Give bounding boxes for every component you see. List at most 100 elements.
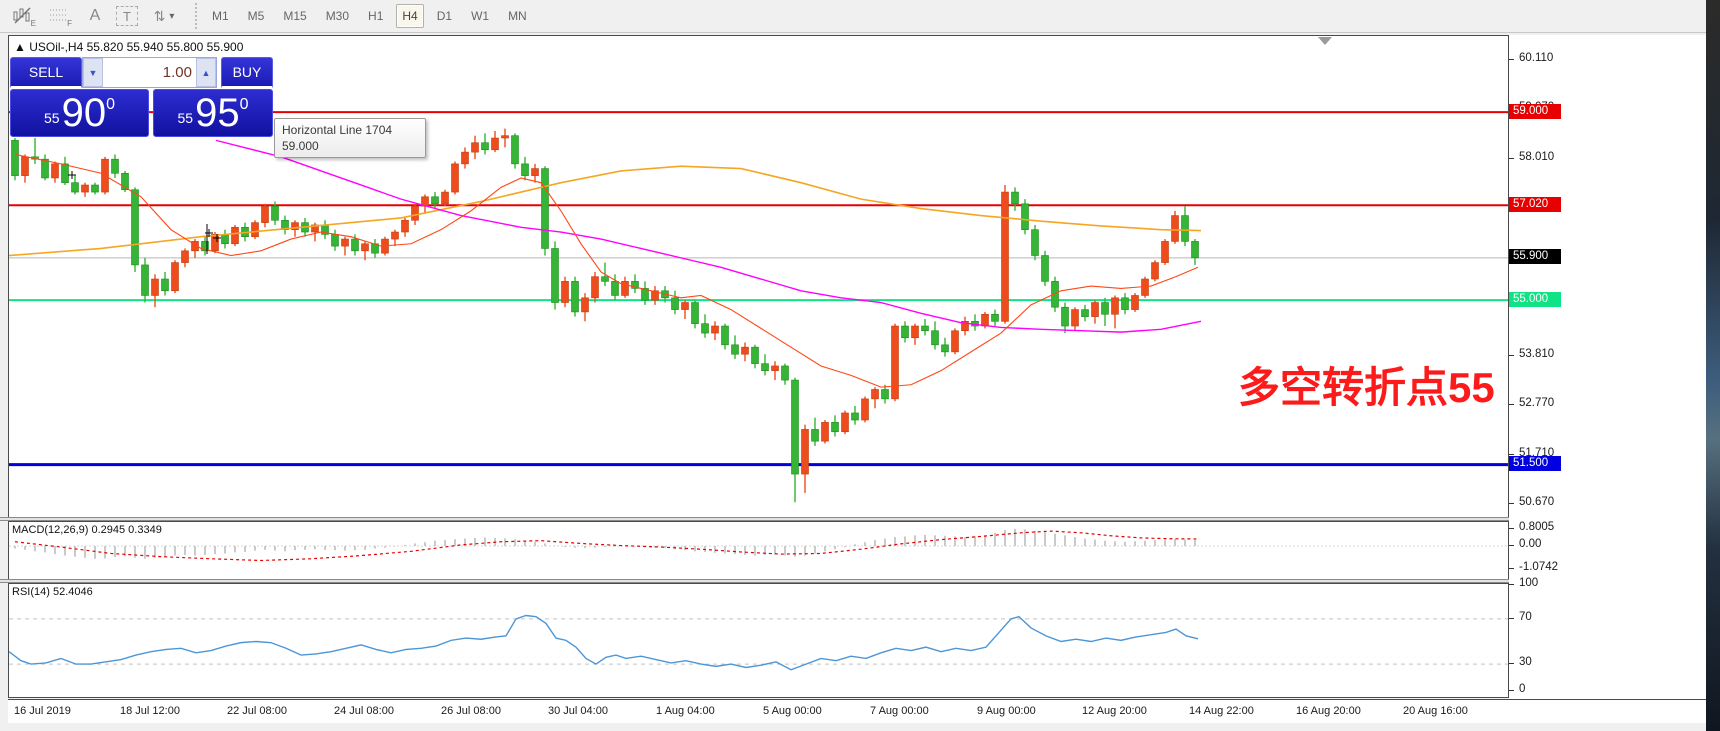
timeframe-h1[interactable]: H1	[362, 4, 389, 28]
time-label: 16 Aug 20:00	[1296, 705, 1361, 717]
macd-histogram	[15, 529, 1195, 559]
axis-tick	[1509, 663, 1514, 664]
desktop-background	[1706, 0, 1720, 731]
price-tick-53.810: 53.810	[1519, 348, 1554, 360]
axis-tick	[1509, 454, 1514, 455]
timeframe-mn[interactable]: MN	[502, 4, 533, 28]
rsi-label: RSI(14) 52.4046	[12, 586, 93, 598]
time-label: 14 Aug 22:00	[1189, 705, 1254, 717]
buy-button[interactable]: BUY	[221, 57, 273, 88]
time-label: 7 Aug 00:00	[870, 705, 929, 717]
time-label: 5 Aug 00:00	[763, 705, 822, 717]
time-axis[interactable]: 16 Jul 2019 18 Jul 12:00 22 Jul 08:00 24 Ju…	[8, 699, 1706, 723]
axis-tick	[1509, 584, 1514, 585]
axis-tick	[1509, 528, 1514, 529]
macd-axis-0.00: 0.00	[1519, 538, 1541, 550]
price-badge-57.020: 57.020	[1509, 197, 1561, 212]
mt4-terminal: E F A T ⇅ ▾ M1 M5M15 M30 H1 H4 D1 W1 MN 60.110 5…	[0, 0, 1720, 731]
sell-button[interactable]: SELL	[10, 57, 82, 88]
price-badge-59.000: 59.000	[1509, 104, 1561, 119]
time-label: 9 Aug 00:00	[977, 705, 1036, 717]
sell-price-small: 55	[44, 110, 60, 126]
macd-label: MACD(12,26,9) 0.2945 0.3349	[12, 524, 162, 536]
price-badge-51.500: 51.500	[1509, 456, 1561, 471]
axis-tick	[1509, 59, 1514, 60]
objects-glyph: ⇅	[154, 8, 166, 25]
text-label-icon[interactable]: A	[80, 3, 110, 29]
price-axis[interactable]: 60.11059.07058.01054.87053.81052.77051.7…	[1509, 35, 1706, 723]
ma-fast-line	[15, 154, 1198, 387]
time-label: 18 Jul 12:00	[120, 705, 180, 717]
axis-tick	[1509, 503, 1514, 504]
collapse-triangle-icon[interactable]: ▲	[14, 40, 26, 54]
objects-cycle-icon[interactable]: ⇅ ▾	[144, 3, 184, 29]
toolbar-separator	[192, 3, 200, 29]
object-tooltip: Horizontal Line 1704 59.000	[274, 118, 426, 158]
timeframe-m5[interactable]: M5	[242, 4, 271, 28]
volume-control: ▼ ▲	[82, 57, 217, 88]
time-label: 20 Aug 16:00	[1403, 705, 1468, 717]
macd-plot[interactable]	[8, 521, 1509, 580]
price-badge-55.900: 55.900	[1509, 249, 1561, 264]
sell-price-big: 90	[62, 93, 107, 133]
timeframe-m15[interactable]: M15	[277, 4, 312, 28]
chinese-annotation: 多空转折点55	[1238, 354, 1495, 415]
axis-tick	[1509, 545, 1514, 546]
rsi-axis-30: 30	[1519, 656, 1532, 668]
axis-tick	[1509, 690, 1514, 691]
price-tick-58.010: 58.010	[1519, 151, 1554, 163]
chevron-down-icon[interactable]: ▾	[169, 11, 174, 22]
rsi-plot[interactable]	[8, 583, 1509, 698]
price-tick-50.670: 50.670	[1519, 496, 1554, 508]
time-label: 26 Jul 08:00	[441, 705, 501, 717]
price-tick-52.770: 52.770	[1519, 397, 1554, 409]
price-badge-55.000: 55.000	[1509, 292, 1561, 307]
time-label: 16 Jul 2019	[14, 705, 71, 717]
timeframe-group: M1 M5M15 M30 H1 H4 D1 W1 MN	[206, 4, 540, 28]
volume-increase-button[interactable]: ▲	[196, 58, 216, 87]
one-click-trading-panel: SELL ▼ ▲ BUY 55 90 0 55 95 0	[10, 57, 273, 137]
rsi-axis-70: 70	[1519, 611, 1532, 623]
axis-tick	[1509, 568, 1514, 569]
buy-price-big: 95	[195, 93, 240, 133]
macd-axis-0.8005: 0.8005	[1519, 521, 1554, 533]
buy-price-button[interactable]: 55 95 0	[153, 89, 273, 137]
time-label: 30 Jul 04:00	[548, 705, 608, 717]
experts-icon[interactable]: E	[8, 3, 38, 29]
sell-price-sup: 0	[106, 96, 115, 114]
timeframe-w1[interactable]: W1	[465, 4, 495, 28]
timeframe-m30[interactable]: M30	[320, 4, 355, 28]
buy-price-small: 55	[178, 110, 194, 126]
axis-tick	[1509, 618, 1514, 619]
textbox-icon[interactable]: T	[116, 6, 138, 26]
timeframe-h4[interactable]: H4	[396, 4, 423, 28]
macd-axis--1.0742: -1.0742	[1519, 561, 1558, 573]
symbol-text: USOil-,H4 55.820 55.940 55.800 55.900	[29, 40, 243, 54]
trade-panel-header: SELL ▼ ▲ BUY	[10, 57, 273, 88]
timeframe-d1[interactable]: D1	[431, 4, 458, 28]
volume-decrease-button[interactable]: ▼	[83, 58, 103, 87]
price-tick-60.110: 60.110	[1519, 52, 1553, 64]
time-label: 24 Jul 08:00	[334, 705, 394, 717]
tooltip-line1: Horizontal Line 1704	[282, 122, 418, 138]
chart-shift-marker-icon[interactable]	[1318, 37, 1332, 45]
axis-tick	[1509, 158, 1514, 159]
axis-tick	[1509, 355, 1514, 356]
experts-icon-sub: E	[31, 19, 36, 28]
axis-tick	[1509, 404, 1514, 405]
symbol-ohlc-label: ▲ USOil-,H4 55.820 55.940 55.800 55.900	[14, 40, 243, 54]
time-label: 12 Aug 20:00	[1082, 705, 1147, 717]
buy-price-sup: 0	[240, 96, 249, 114]
timeframe-m1[interactable]: M1	[206, 4, 235, 28]
rsi-line	[9, 616, 1198, 670]
time-label: 1 Aug 04:00	[656, 705, 715, 717]
grid-icon[interactable]: F	[44, 3, 74, 29]
sell-price-button[interactable]: 55 90 0	[10, 89, 149, 137]
rsi-axis-0: 0	[1519, 683, 1525, 695]
grid-icon-sub: F	[67, 19, 72, 28]
volume-input[interactable]	[103, 58, 196, 87]
window-bottom-edge	[0, 723, 1706, 731]
toolbar: E F A T ⇅ ▾ M1 M5M15 M30 H1 H4 D1 W1 MN	[0, 0, 1706, 33]
time-label: 22 Jul 08:00	[227, 705, 287, 717]
tooltip-line2: 59.000	[282, 138, 418, 154]
